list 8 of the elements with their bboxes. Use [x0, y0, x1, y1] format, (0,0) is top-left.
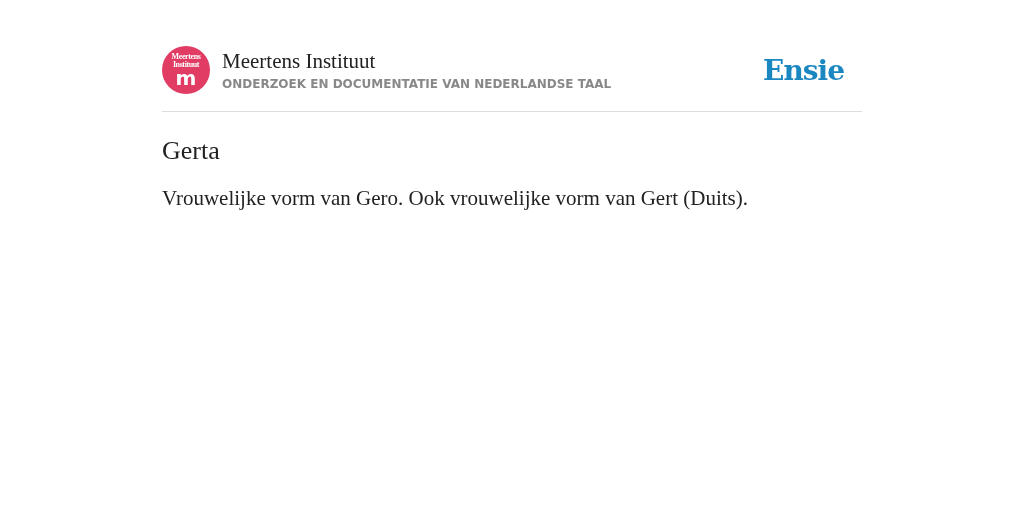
entry-description: Vrouwelijke vorm van Gero. Ook vrouwelijke vorm van Gert (Duits). — [162, 186, 749, 211]
logo-text: Meertens — [171, 53, 201, 61]
site-subtitle: ONDERZOEK EN DOCUMENTATIE VAN NEDERLANDSE TAAL — [222, 77, 613, 91]
brand-logo[interactable]: Ensie — [763, 53, 844, 87]
entry-title: Gerta — [162, 136, 221, 166]
logo-text: Instituut — [172, 61, 200, 69]
site-title: Meertens Instituut — [222, 49, 377, 74]
logo-letter: m — [175, 69, 197, 87]
